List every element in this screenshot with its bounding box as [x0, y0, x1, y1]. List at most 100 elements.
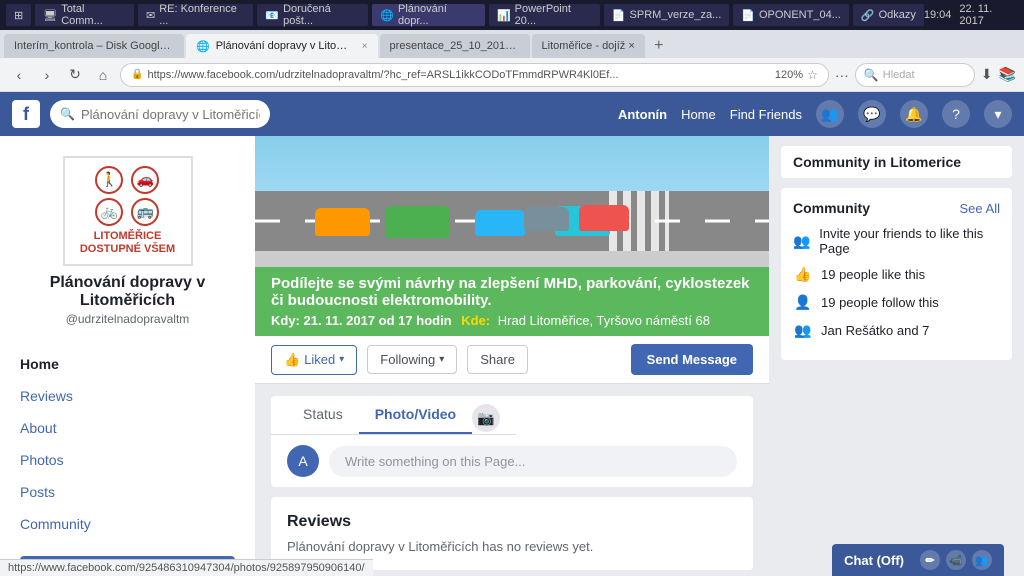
taskbar-app-2[interactable]: ✉ RE: Konference ... [138, 4, 253, 26]
tab-3[interactable]: presentace_25_10_2017 – One D × [380, 34, 530, 58]
status-write-input[interactable]: Write something on this Page... [329, 446, 737, 477]
sidebar-item-reviews[interactable]: Reviews [0, 380, 255, 412]
community-in-header: Community in Litomerice [781, 146, 1012, 178]
reload-button[interactable]: ↻ [64, 64, 86, 86]
community-item-4: 👥 Jan Rešátko and 7 [793, 320, 1000, 340]
grey-car [524, 207, 569, 231]
following-label: Following [380, 352, 435, 367]
facebook-search-box[interactable]: 🔍 [50, 100, 270, 128]
taskbar-app-7[interactable]: 📄 OPONENT_04... [733, 4, 849, 26]
facebook-home-link[interactable]: Home [681, 107, 716, 122]
tab-2[interactable]: 🌐 Plánování dopravy v Litoměřicíc × × [186, 34, 378, 58]
facebook-find-friends-link[interactable]: Find Friends [730, 107, 802, 122]
camera-icon[interactable]: 📷 [472, 404, 500, 432]
bookmark-icon[interactable]: ☆ [807, 68, 818, 82]
facebook-header: f 🔍 Antonín Home Find Friends 👥 💬 🔔 ? ▾ [0, 92, 1024, 136]
sidebar-item-posts[interactable]: Posts [0, 476, 255, 508]
tab-2-label: Plánování dopravy v Litoměřicíc × [216, 40, 356, 52]
tab-4[interactable]: Litoměřice - dojíž × [532, 34, 645, 58]
address-text: https://www.facebook.com/udrzitelnadopra… [147, 69, 770, 81]
following-button[interactable]: Following ▾ [367, 345, 457, 374]
bike-icon: 🚲 [95, 198, 123, 226]
page-body: 🚶 🚗 🚲 🚌 LITOMĚŘICEDOSTUPNÉ VŠEM Plánován… [0, 136, 1024, 576]
send-message-button[interactable]: Send Message [631, 344, 753, 375]
taskbar-app-3[interactable]: 📧 Doručená pošt... [257, 4, 368, 26]
thumbs-up-icon: 👍 [284, 352, 300, 368]
chat-friends-icon[interactable]: 👥 [972, 550, 992, 570]
search-icon: 🔍 [864, 68, 879, 82]
taskbar-app-5[interactable]: 📊 PowerPoint 20... [489, 4, 600, 26]
page-profile: 🚶 🚗 🚲 🚌 LITOMĚŘICEDOSTUPNÉ VŠEM Plánován… [0, 146, 255, 344]
status-tabs: Status Photo/Video 📷 [271, 396, 516, 435]
posts-area: Status Photo/Video 📷 A Write something o… [255, 384, 769, 576]
user-avatar-small: A [287, 445, 319, 477]
right-sidebar: Community in Litomerice Community See Al… [769, 136, 1024, 576]
cover-kdy: Kdy: 21. 11. 2017 od 17 hodin [271, 313, 452, 328]
tab-2-close[interactable]: × [362, 41, 368, 52]
community-friends-text: Jan Rešátko and 7 [821, 323, 929, 338]
tab-4-label: Litoměřice - dojíž × [542, 40, 635, 52]
facebook-search-input[interactable] [81, 107, 260, 122]
download-icon[interactable]: ⬇ [981, 66, 993, 83]
share-label: Share [480, 352, 515, 367]
facebook-help-icon-btn[interactable]: ? [942, 100, 970, 128]
menu-icon[interactable]: ··· [835, 67, 849, 83]
taskbar-start[interactable]: ⊞ [6, 4, 31, 26]
followers-icon: 👤 [793, 292, 813, 312]
liked-button[interactable]: 👍 Liked ▾ [271, 345, 357, 375]
chat-video-icon[interactable]: 📹 [946, 550, 966, 570]
chat-bar-icons: ✏ 📹 👥 [920, 550, 992, 570]
sidebar-item-about[interactable]: About [0, 412, 255, 444]
red-car [579, 205, 629, 231]
main-content: Podílejte se svými návrhy na zlepšení MH… [255, 136, 769, 576]
back-button[interactable]: ‹ [8, 64, 30, 86]
tab-1[interactable]: Interím_kontrola – Disk Google × [4, 34, 184, 58]
sidebar-item-home[interactable]: Home [0, 348, 255, 380]
avatar-icons-row: 🚶 🚗 [95, 166, 159, 194]
taskbar-app-8[interactable]: 🔗 Odkazy [853, 4, 924, 26]
likes-icon: 👍 [793, 264, 813, 284]
facebook-messages-icon-btn[interactable]: 💬 [858, 100, 886, 128]
status-tab-status[interactable]: Status [287, 396, 359, 434]
tab-2-favicon: 🌐 [196, 40, 210, 53]
taskbar-app-6[interactable]: 📄 SPRM_verze_za... [604, 4, 729, 26]
status-bar: Status Photo/Video 📷 A Write something o… [271, 396, 753, 487]
community-likes-text: 19 people like this [821, 267, 925, 282]
cover-text-overlay: Podílejte se svými návrhy na zlepšení MH… [255, 267, 769, 336]
share-button[interactable]: Share [467, 345, 528, 374]
community-header: Community See All [793, 200, 1000, 216]
orange-bus [315, 208, 370, 236]
address-bar[interactable]: 🔒 https://www.facebook.com/udrzitelnadop… [120, 63, 829, 87]
facebook-settings-icon-btn[interactable]: ▾ [984, 100, 1012, 128]
secure-icon: 🔒 [131, 69, 143, 80]
forward-button[interactable]: › [36, 64, 58, 86]
home-button[interactable]: ⌂ [92, 64, 114, 86]
liked-label: Liked [304, 352, 335, 367]
see-all-link[interactable]: See All [960, 201, 1000, 216]
bottom-url-bar: https://www.facebook.com/925486310947304… [0, 559, 373, 576]
status-tabs-wrapper: Status Photo/Video 📷 [271, 396, 753, 435]
sidebar-navigation: Home Reviews About Photos Posts Communit… [0, 344, 255, 544]
facebook-notifications-icon-btn[interactable]: 🔔 [900, 100, 928, 128]
chat-compose-icon[interactable]: ✏ [920, 550, 940, 570]
zoom-level: 120% [775, 69, 803, 81]
bookmarks-icon[interactable]: 📚 [999, 66, 1016, 83]
facebook-search-icon: 🔍 [60, 107, 75, 121]
taskbar-app-4[interactable]: 🌐 Plánování dopr... [372, 4, 485, 26]
search-bar[interactable]: 🔍 Hledat [855, 63, 975, 87]
sidebar-item-community[interactable]: Community [0, 508, 255, 540]
chat-bar[interactable]: Chat (Off) ✏ 📹 👥 [832, 544, 1004, 576]
taskbar-time: 19:04 [924, 9, 952, 21]
browser-nav-bar: ‹ › ↻ ⌂ 🔒 https://www.facebook.com/udrzi… [0, 58, 1024, 92]
facebook-friends-icon-btn[interactable]: 👥 [816, 100, 844, 128]
new-tab-button[interactable]: + [647, 34, 671, 58]
facebook-header-right: Antonín Home Find Friends 👥 💬 🔔 ? ▾ [618, 100, 1012, 128]
community-title: Community [793, 200, 870, 216]
reviews-title: Reviews [287, 513, 737, 531]
sidebar-item-photos[interactable]: Photos [0, 444, 255, 476]
cover-photo: Podílejte se svými návrhy na zlepšení MH… [255, 136, 769, 336]
invite-friends-icon: 👥 [793, 231, 811, 251]
os-taskbar: ⊞ 🖥 Total Comm... ✉ RE: Konference ... 📧… [0, 0, 1024, 30]
taskbar-app-1[interactable]: 🖥 Total Comm... [35, 4, 134, 26]
status-tab-photo-video[interactable]: Photo/Video [359, 396, 472, 434]
